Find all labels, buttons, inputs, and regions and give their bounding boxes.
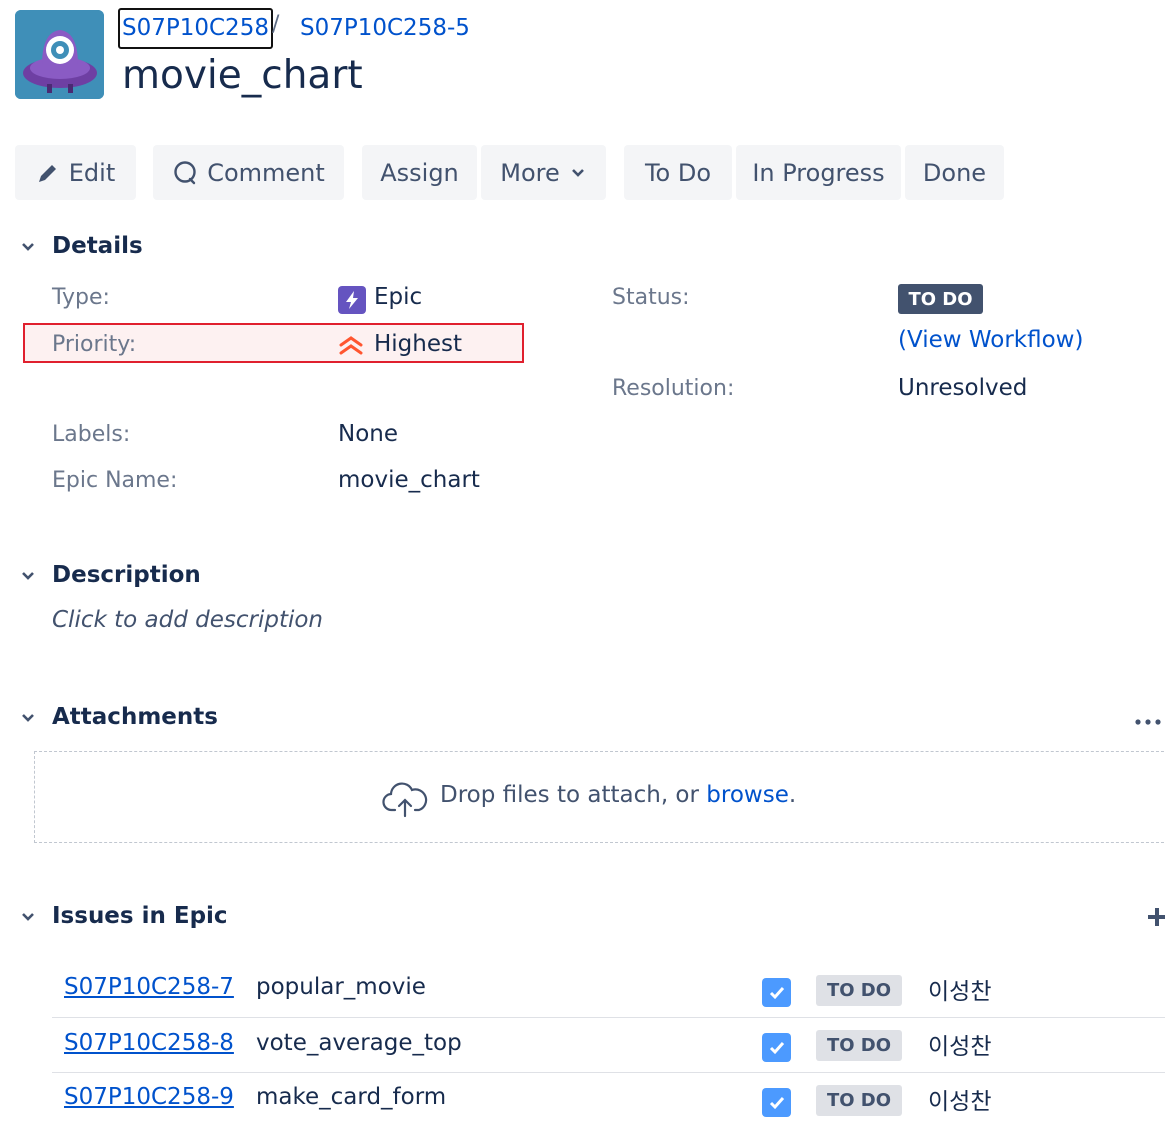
- details-section-title: Details: [52, 233, 143, 259]
- details-collapse-toggle[interactable]: [16, 235, 40, 259]
- done-button-label: Done: [922, 158, 987, 187]
- add-issue-plus-icon[interactable]: [1146, 906, 1165, 932]
- done-transition-button[interactable]: Done: [905, 145, 1004, 200]
- chevron-down-icon: [571, 168, 584, 177]
- issue-status-lozenge: TO DO: [816, 975, 902, 1006]
- rocket-ship-icon: [15, 10, 104, 99]
- edit-button[interactable]: Edit: [15, 145, 136, 200]
- issue-summary[interactable]: vote_average_top: [256, 1030, 462, 1056]
- comment-button[interactable]: Comment: [153, 145, 344, 200]
- issue-assignee: 이성찬: [928, 979, 992, 1005]
- description-collapse-toggle[interactable]: [16, 564, 40, 588]
- pencil-icon: [38, 164, 56, 182]
- checkmark-icon: [769, 1096, 784, 1109]
- project-avatar[interactable]: [15, 10, 104, 99]
- assign-button-label: Assign: [380, 158, 459, 187]
- task-type-icon: [762, 1033, 791, 1062]
- issue-assignee: 이성찬: [928, 1034, 992, 1060]
- status-label: Status:: [612, 285, 690, 310]
- issue-status-lozenge: TO DO: [816, 1030, 902, 1061]
- more-button[interactable]: More: [481, 145, 606, 200]
- task-type-icon: [762, 1088, 791, 1117]
- resolution-label: Resolution:: [612, 376, 735, 401]
- more-button-label: More: [500, 158, 560, 187]
- resolution-value: Unresolved: [898, 375, 1028, 401]
- issue-summary[interactable]: make_card_form: [256, 1084, 446, 1110]
- chevron-down-icon: [22, 243, 34, 251]
- issue-summary[interactable]: popular_movie: [256, 974, 426, 1000]
- todo-transition-button[interactable]: To Do: [624, 145, 732, 200]
- dropzone-period: .: [788, 782, 797, 808]
- edit-button-label: Edit: [68, 158, 116, 187]
- comment-button-label: Comment: [207, 158, 325, 187]
- dropzone-text: Drop files to attach, or browse.: [440, 782, 796, 808]
- task-type-icon: [762, 978, 791, 1007]
- chevron-down-icon: [22, 714, 34, 722]
- issues-in-epic-section-title: Issues in Epic: [52, 903, 228, 929]
- type-label: Type:: [52, 285, 110, 310]
- attachments-section-title: Attachments: [52, 704, 218, 730]
- description-placeholder[interactable]: Click to add description: [52, 607, 323, 633]
- priority-highest-icon: [338, 333, 364, 361]
- issue-key-link[interactable]: S07P10C258-8: [64, 1030, 234, 1056]
- status-lozenge: TO DO: [898, 284, 983, 314]
- breadcrumb-issue-link[interactable]: S07P10C258-5: [300, 10, 470, 47]
- breadcrumb-project-link[interactable]: S07P10C258: [118, 8, 273, 49]
- labels-value[interactable]: None: [338, 421, 398, 447]
- chevron-down-icon: [22, 572, 34, 580]
- todo-button-label: To Do: [644, 158, 712, 187]
- assign-button[interactable]: Assign: [362, 145, 477, 200]
- dropzone-instructions: Drop files to attach, or: [440, 782, 699, 808]
- epic-name-value[interactable]: movie_chart: [338, 467, 480, 493]
- view-workflow-link[interactable]: (View Workflow): [898, 327, 1083, 353]
- issue-assignee: 이성찬: [928, 1089, 992, 1115]
- priority-label: Priority:: [52, 332, 137, 357]
- comment-icon: [174, 160, 196, 184]
- priority-value[interactable]: Highest: [374, 331, 462, 357]
- checkmark-icon: [769, 1041, 784, 1054]
- issue-key-link[interactable]: S07P10C258-7: [64, 974, 234, 1000]
- type-value: Epic: [374, 284, 423, 310]
- issue-key-link[interactable]: S07P10C258-9: [64, 1084, 234, 1110]
- epic-icon: [338, 286, 366, 314]
- in-progress-transition-button[interactable]: In Progress: [736, 145, 901, 200]
- checkmark-icon: [769, 986, 784, 999]
- cloud-upload-icon: [382, 780, 428, 822]
- labels-label: Labels:: [52, 422, 131, 447]
- page-title[interactable]: movie_chart: [122, 53, 363, 98]
- attachments-more-options-icon[interactable]: [1133, 708, 1163, 732]
- attachments-collapse-toggle[interactable]: [16, 706, 40, 730]
- issues-in-epic-collapse-toggle[interactable]: [16, 905, 40, 929]
- in-progress-button-label: In Progress: [752, 158, 885, 187]
- chevron-down-icon: [22, 913, 34, 921]
- description-section-title: Description: [52, 562, 201, 588]
- epic-name-label: Epic Name:: [52, 468, 178, 493]
- breadcrumb-separator: /: [272, 12, 280, 37]
- browse-link[interactable]: browse: [706, 782, 789, 808]
- lightning-icon: [346, 291, 358, 309]
- issue-status-lozenge: TO DO: [816, 1085, 902, 1116]
